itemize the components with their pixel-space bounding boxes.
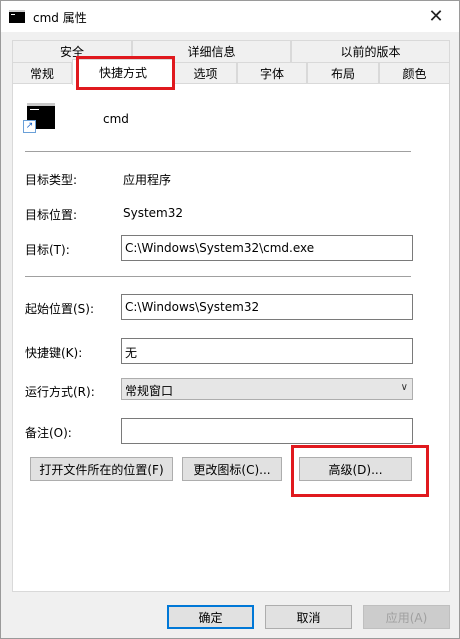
tab-general[interactable]: 常规	[12, 62, 72, 84]
target-label: 目标(T):	[25, 243, 70, 257]
target-type-label: 目标类型:	[25, 173, 78, 187]
start-in-input[interactable]: C:\Windows\System32	[121, 294, 413, 320]
comment-input[interactable]	[121, 418, 413, 444]
properties-window: cmd 属性 ✕ 安全 详细信息 以前的版本 常规 快捷方式 选项 字体 布局 …	[0, 0, 460, 639]
shortcut-key-label: 快捷键(K):	[25, 346, 83, 360]
open-location-button[interactable]: 打开文件所在的位置(F)	[30, 457, 173, 481]
comment-label: 备注(O):	[25, 426, 72, 440]
advanced-button[interactable]: 高级(D)...	[299, 457, 412, 481]
tab-colors[interactable]: 颜色	[379, 62, 450, 84]
target-input[interactable]: C:\Windows\System32\cmd.exe	[121, 235, 413, 261]
start-in-label: 起始位置(S):	[25, 302, 95, 316]
shortcut-panel: ↗ cmd 目标类型: 应用程序 目标位置: System32 目标(T): C…	[12, 83, 450, 592]
apply-button[interactable]: 应用(A)	[363, 605, 450, 629]
console-icon	[9, 10, 25, 23]
run-select[interactable]: 常规窗口 ∨	[121, 378, 413, 400]
target-location-label: 目标位置:	[25, 208, 78, 222]
shortcut-arrow-icon: ↗	[23, 120, 36, 133]
chevron-down-icon: ∨	[400, 382, 408, 393]
shortcut-key-input[interactable]: 无	[121, 338, 413, 364]
target-location-value: System32	[123, 206, 184, 220]
title-bar: cmd 属性 ✕	[1, 1, 459, 32]
cancel-button[interactable]: 取消	[265, 605, 352, 629]
run-select-value: 常规窗口	[125, 384, 174, 398]
console-icon: ↗	[23, 103, 55, 133]
window-title: cmd 属性	[33, 11, 87, 25]
app-name: cmd	[103, 112, 129, 126]
target-type-value: 应用程序	[123, 173, 172, 187]
ok-button[interactable]: 确定	[167, 605, 254, 629]
tab-options[interactable]: 选项	[174, 62, 237, 84]
run-label: 运行方式(R):	[25, 385, 95, 399]
tab-font[interactable]: 字体	[237, 62, 307, 84]
change-icon-button[interactable]: 更改图标(C)...	[182, 457, 282, 481]
divider	[25, 151, 411, 152]
divider	[25, 276, 411, 277]
tab-previous-versions[interactable]: 以前的版本	[291, 40, 450, 62]
close-button[interactable]: ✕	[413, 1, 459, 32]
tab-layout[interactable]: 布局	[307, 62, 379, 84]
tab-shortcut[interactable]: 快捷方式	[72, 59, 174, 85]
